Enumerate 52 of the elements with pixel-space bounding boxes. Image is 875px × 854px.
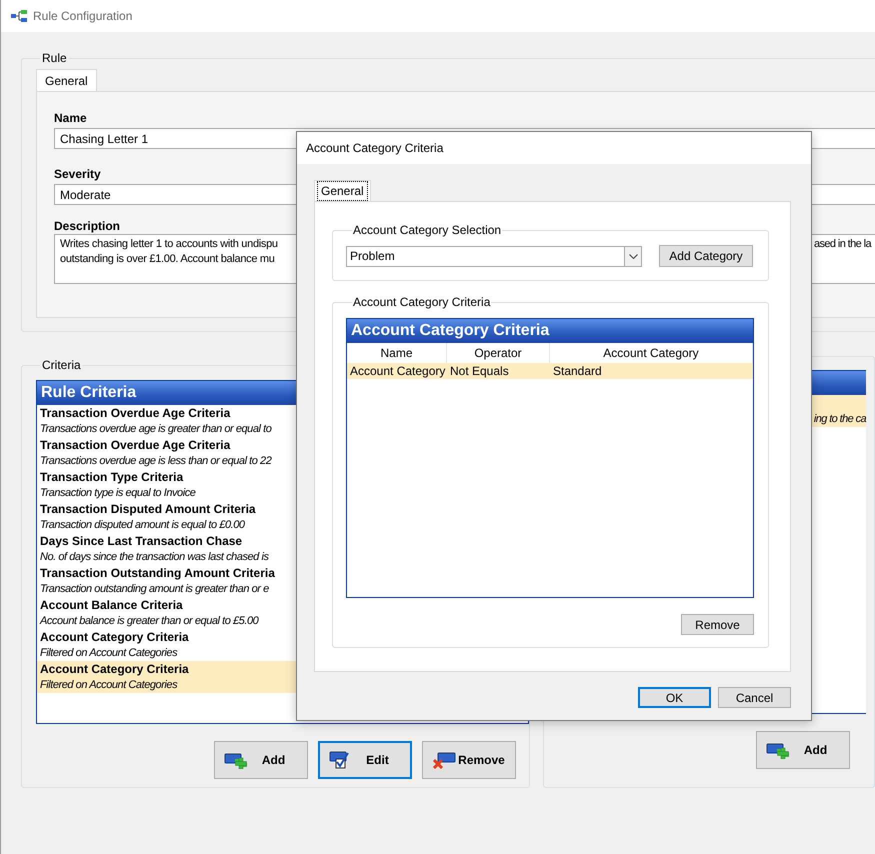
group-label: Account Category Selection [352,222,502,239]
dialog-button[interactable]: OK [638,687,711,708]
criteria-name: Transaction Type Criteria [40,469,184,485]
criteria-detail: No. of days since the transaction was last chased is [40,550,269,565]
criteria-name: Transaction Overdue Age Criteria [40,405,230,421]
tab[interactable]: General [36,69,97,91]
criteria-name: Account Category Criteria [40,661,189,677]
edit-button[interactable]: Edit [318,741,412,779]
criteria-detail: Account balance is greater than or equal to £5.00 [40,614,258,629]
add-icon [766,741,790,759]
field-label: Description [54,218,120,234]
remove-icon [432,751,456,769]
tab[interactable]: General [314,180,371,201]
add-icon [224,751,248,769]
criteria-detail: ing to the ca [814,412,866,427]
table-cell-text: Not Equals [449,363,510,380]
dialog-title: Account Category Criteria [306,140,444,157]
add-category-button[interactable]: Add Category [659,245,753,267]
add-button[interactable]: Add [756,731,850,769]
grid-header: Account Category Criteria [347,319,753,343]
group-label: Account Category Criteria [352,294,492,311]
group-label: Criteria [41,357,82,374]
remove-button[interactable]: Remove [681,614,754,635]
chevron-down-icon [628,254,638,258]
remove-button[interactable]: Remove [422,741,516,779]
criteria-detail: Filtered on Account Categories [40,646,178,661]
category-dropdown[interactable]: Problem [346,246,642,266]
criteria-name: Account Category Criteria [40,629,189,645]
description-text: Writes chasing letter 1 to accounts with undispu [60,237,278,252]
table-cell-text: Standard [552,363,603,380]
criteria-name: Transaction Overdue Age Criteria [40,437,230,453]
criteria-detail: Transactions overdue age is less than or equal to 22 [40,454,272,469]
description-text: ased in the la [814,237,873,252]
hierarchy-icon [11,10,27,22]
criteria-name: Transaction Outstanding Amount Criteria [40,565,275,581]
dialog-button[interactable]: Cancel [718,687,791,708]
grid-row[interactable]: Account Category Not Equals Standard [347,363,753,379]
field-label: Name [54,110,87,127]
table-cell-text: Account Category [349,363,446,380]
description-text: outstanding is over £1.00. Account balance mu [60,252,275,267]
window-title: Rule Configuration [33,8,132,25]
criteria-detail: Filtered on Account Categories [40,678,178,693]
criteria-detail: Transaction type is equal to Invoice [40,486,196,501]
add-button[interactable]: Add [214,741,308,779]
field-label: Severity [54,166,101,183]
criteria-name: Days Since Last Transaction Chase [40,533,242,549]
criteria-detail: Transaction outstanding amount is greater than or e [40,582,269,597]
criteria-name: Transaction Disputed Amount Criteria [40,501,256,517]
criteria-name: Account Balance Criteria [40,597,183,613]
group-label: Rule [41,50,68,67]
criteria-detail: Transaction disputed amount is equal to £0.00 [40,518,245,533]
criteria-detail: Transactions overdue age is greater than or equal to [40,422,272,437]
